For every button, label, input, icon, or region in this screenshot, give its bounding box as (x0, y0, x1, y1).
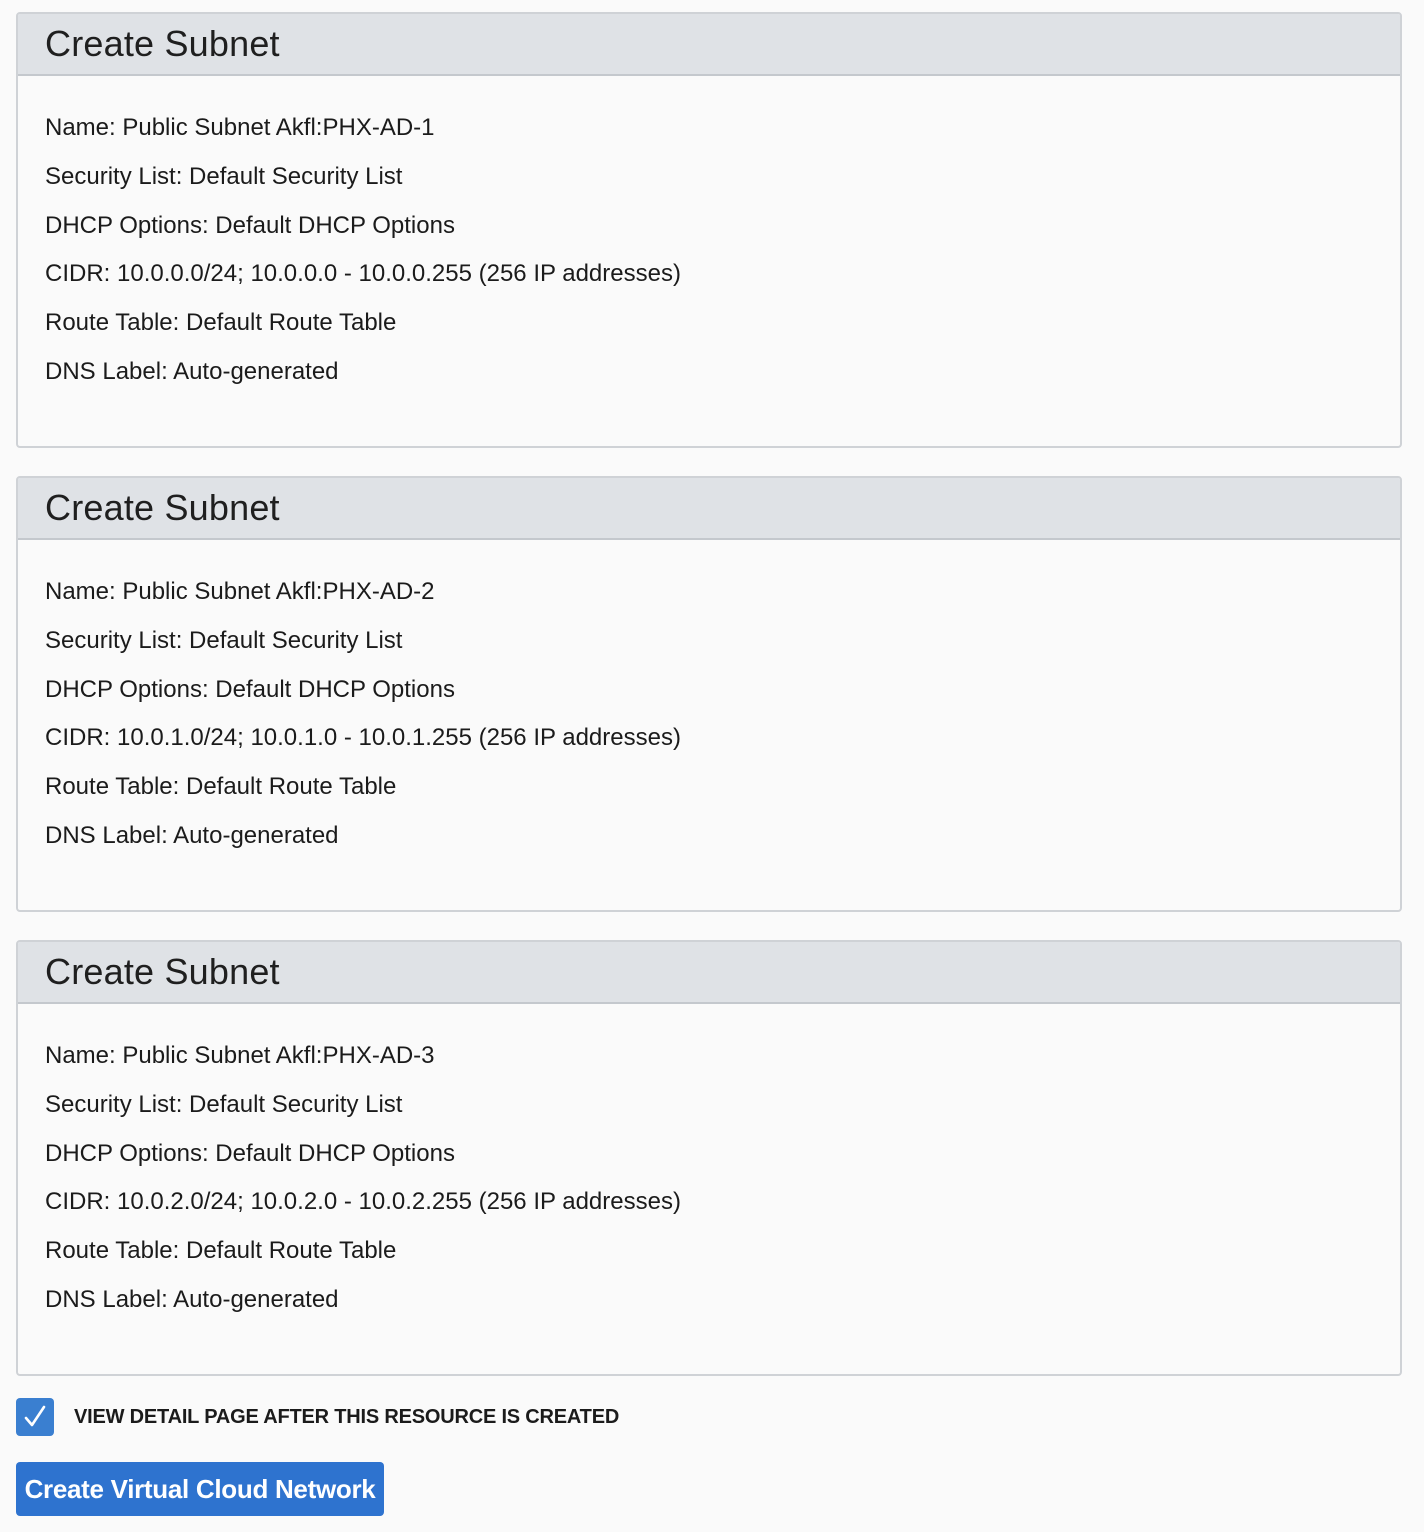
dns-label: DNS Label: Auto-generated (45, 1285, 339, 1313)
subnet-panel-2: Create Subnet Name: Public Subnet Akfl:P… (16, 476, 1402, 912)
dhcp-options: DHCP Options: Default DHCP Options (45, 675, 455, 703)
dhcp-options: DHCP Options: Default DHCP Options (45, 1139, 455, 1167)
panel-title: Create Subnet (45, 951, 280, 992)
view-detail-checkbox-row: VIEW DETAIL PAGE AFTER THIS RESOURCE IS … (16, 1398, 619, 1436)
panel-header: Create Subnet (18, 942, 1400, 1004)
cidr: CIDR: 10.0.0.0/24; 10.0.0.0 - 10.0.0.255… (45, 260, 681, 288)
panel-body: Name: Public Subnet Akfl:PHX-AD-3 Securi… (18, 1004, 1400, 1312)
security-list: Security List: Default Security List (45, 626, 403, 654)
panel-header: Create Subnet (18, 14, 1400, 76)
dns-label: DNS Label: Auto-generated (45, 821, 339, 849)
panel-title: Create Subnet (45, 23, 280, 64)
checkmark-icon (24, 1405, 46, 1427)
panel-body: Name: Public Subnet Akfl:PHX-AD-2 Securi… (18, 540, 1400, 848)
panel-body: Name: Public Subnet Akfl:PHX-AD-1 Securi… (18, 76, 1400, 384)
route-table: Route Table: Default Route Table (45, 773, 397, 801)
subnet-name: Name: Public Subnet Akfl:PHX-AD-3 (45, 1042, 435, 1069)
dhcp-options: DHCP Options: Default DHCP Options (45, 211, 455, 239)
subnet-name: Name: Public Subnet Akfl:PHX-AD-1 (45, 114, 435, 141)
create-virtual-cloud-network-button[interactable]: Create Virtual Cloud Network (16, 1462, 384, 1516)
route-table: Route Table: Default Route Table (45, 1237, 397, 1265)
security-list: Security List: Default Security List (45, 1090, 403, 1118)
cidr: CIDR: 10.0.1.0/24; 10.0.1.0 - 10.0.1.255… (45, 724, 681, 752)
view-detail-checkbox-label[interactable]: VIEW DETAIL PAGE AFTER THIS RESOURCE IS … (74, 1406, 619, 1429)
security-list: Security List: Default Security List (45, 162, 403, 190)
cidr: CIDR: 10.0.2.0/24; 10.0.2.0 - 10.0.2.255… (45, 1188, 681, 1216)
create-vcn-form: Create Subnet Name: Public Subnet Akfl:P… (0, 0, 1424, 1532)
view-detail-checkbox[interactable] (16, 1398, 54, 1436)
route-table: Route Table: Default Route Table (45, 309, 397, 337)
subnet-panel-1: Create Subnet Name: Public Subnet Akfl:P… (16, 12, 1402, 448)
subnet-panel-3: Create Subnet Name: Public Subnet Akfl:P… (16, 940, 1402, 1376)
dns-label: DNS Label: Auto-generated (45, 357, 339, 385)
subnet-name: Name: Public Subnet Akfl:PHX-AD-2 (45, 578, 435, 605)
panel-header: Create Subnet (18, 478, 1400, 540)
panel-title: Create Subnet (45, 487, 280, 528)
